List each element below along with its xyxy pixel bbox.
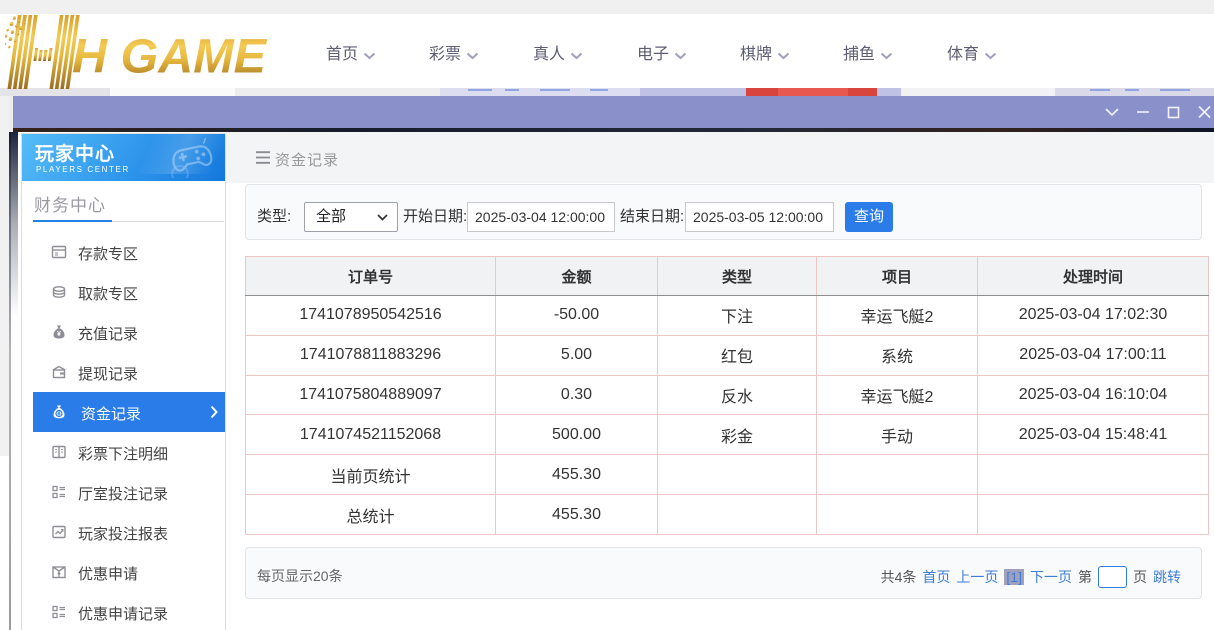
svg-text:¥: ¥ (57, 331, 61, 338)
svg-text:H GAME: H GAME (72, 30, 268, 84)
svg-text:¥: ¥ (57, 411, 61, 418)
